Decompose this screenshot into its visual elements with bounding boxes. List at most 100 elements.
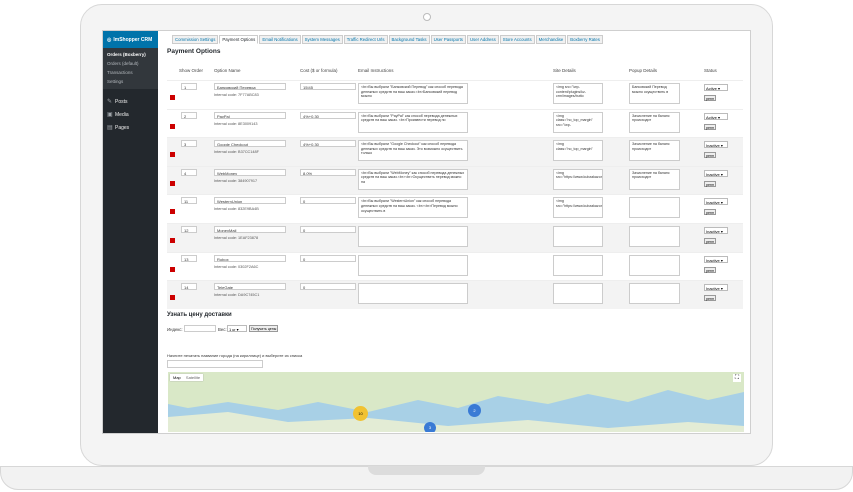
tab-store-accounts[interactable]: Store Accounts [499, 35, 535, 44]
cost-input[interactable]: 0 [300, 226, 356, 233]
map-type-satellite[interactable]: Satellite [186, 375, 200, 380]
popup-details-textarea[interactable]: Зачисление на баланс происходит [629, 111, 680, 133]
site-details-textarea[interactable]: <img src="https://www.kubzakazon.ru/wp- [553, 168, 603, 190]
sidebar-item-pages[interactable]: ▤ Pages [103, 121, 158, 134]
cost-input[interactable]: 0 [300, 283, 356, 291]
option-name-input[interactable]: PayPal [214, 111, 286, 119]
perm-button[interactable]: perm [704, 95, 717, 101]
delete-marker[interactable] [170, 180, 175, 186]
sidebar-item-settings[interactable]: Settings [103, 77, 158, 86]
sidebar-item-orders-default[interactable]: Orders (default) [103, 59, 158, 68]
delete-marker[interactable] [170, 123, 175, 129]
cost-input[interactable]: 0 [300, 197, 356, 205]
tab-traffic-redirect-urls[interactable]: Traffic Redirect Urls [343, 35, 388, 44]
cost-input[interactable]: 8.0% [300, 168, 356, 176]
site-details-textarea[interactable]: <img class="no_top_margin" src="/wp- [553, 111, 603, 133]
email-instructions-textarea[interactable]: <br>Вы выбрали "WebMoney" как способ пер… [358, 168, 468, 190]
delete-marker[interactable] [170, 238, 175, 243]
tab-user-address[interactable]: User Address [466, 35, 499, 44]
show-order-input[interactable]: 13 [181, 254, 197, 262]
popup-details-textarea[interactable] [629, 254, 680, 276]
perm-button[interactable]: perm [704, 266, 717, 273]
tab-boxberry-rates[interactable]: Boxberry Rates [567, 35, 603, 44]
option-name-input[interactable]: Банковский Перевод [214, 83, 286, 90]
option-name-input[interactable]: Google Checkout [214, 140, 286, 148]
sidebar-header[interactable]: ◎ ImShopper CRM [103, 31, 158, 48]
show-order-input[interactable]: 1 [181, 83, 197, 90]
tab-commission-settings[interactable]: Commission Settings [172, 35, 219, 44]
popup-details-textarea[interactable] [629, 197, 680, 219]
weight-select[interactable]: 1 кг ▾ [227, 325, 247, 332]
perm-button[interactable]: perm [704, 152, 717, 159]
cost-input[interactable]: 0 [300, 254, 356, 262]
sidebar-item-posts[interactable]: ✎ Posts [103, 95, 158, 108]
popup-details-textarea[interactable]: Зачисление на баланс происходит [629, 140, 680, 162]
cost-input[interactable]: 4%+0.30 [300, 111, 356, 119]
tab-payment-options[interactable]: Payment Options [219, 35, 259, 44]
status-select[interactable]: Active ▾ [704, 112, 728, 120]
status-select[interactable]: Inactive ▾ [704, 227, 728, 234]
popup-details-textarea[interactable] [629, 226, 680, 247]
popup-details-textarea[interactable]: Банковский Перевод можно осуществить в [629, 83, 680, 104]
delete-marker[interactable] [170, 152, 175, 158]
delete-marker[interactable] [170, 209, 175, 215]
perm-button[interactable]: perm [704, 209, 717, 216]
email-instructions-textarea[interactable]: <br>Вы выбрали "PayPal" как способ перев… [358, 111, 468, 133]
map-cluster-marker[interactable]: 3 [424, 422, 436, 432]
index-input[interactable] [184, 325, 216, 332]
tab-system-messages[interactable]: System Messages [301, 35, 343, 44]
delete-marker[interactable] [170, 95, 175, 100]
site-details-textarea[interactable]: <img class="no_top_margin" [553, 140, 603, 162]
option-name-input[interactable]: Robox [214, 254, 286, 262]
sidebar-item-media[interactable]: ▣ Media [103, 108, 158, 121]
tab-user-passports[interactable]: User Passports [430, 35, 466, 44]
show-order-input[interactable]: 3 [181, 140, 197, 148]
fullscreen-icon[interactable]: ⛶ [733, 374, 741, 382]
show-order-input[interactable]: 14 [181, 283, 197, 291]
status-select[interactable]: Inactive ▾ [704, 284, 728, 292]
option-name-input[interactable]: MoneyMail [214, 226, 286, 233]
sidebar-item-orders-boxberry[interactable]: Orders (Boxberry) [103, 50, 158, 59]
map[interactable]: Map Satellite ⛶ 10 2 3 [168, 372, 744, 432]
status-select[interactable]: Inactive ▾ [704, 198, 728, 206]
show-order-input[interactable]: 11 [181, 197, 197, 205]
status-select[interactable]: Inactive ▾ [704, 141, 728, 149]
site-details-textarea[interactable] [553, 226, 603, 247]
status-select[interactable]: Inactive ▾ [704, 255, 728, 263]
cost-input[interactable]: 15|45 [300, 83, 356, 90]
sidebar-item-transactions[interactable]: Transactions [103, 68, 158, 77]
email-instructions-textarea[interactable]: <br>Вы выбрали "Google Checkout" как спо… [358, 140, 468, 162]
delete-marker[interactable] [170, 295, 175, 301]
site-details-textarea[interactable]: <img src="https://www.kubzakazon.ru/wp- [553, 197, 603, 219]
email-instructions-textarea[interactable] [358, 254, 468, 276]
tab-merchandise[interactable]: Merchandise [535, 35, 567, 44]
show-order-input[interactable]: 2 [181, 111, 197, 119]
site-details-textarea[interactable]: <img src="/wp-content/plugins/kz-crm/ima… [553, 83, 603, 104]
site-details-textarea[interactable] [553, 283, 603, 305]
option-name-input[interactable]: WebMoney [214, 168, 286, 176]
cost-input[interactable]: 4%+0.30 [300, 140, 356, 148]
site-details-textarea[interactable] [553, 254, 603, 276]
tab-background-tasks[interactable]: Background Tasks [388, 35, 430, 44]
map-type-control[interactable]: Map Satellite [170, 374, 204, 381]
status-select[interactable]: Inactive ▾ [704, 169, 728, 177]
popup-details-textarea[interactable]: Зачисление на баланс происходит [629, 168, 680, 190]
option-name-input[interactable]: TeleGate [214, 283, 286, 291]
map-cluster-marker[interactable]: 10 [353, 406, 368, 421]
map-cluster-marker[interactable]: 2 [468, 404, 481, 417]
delete-marker[interactable] [170, 266, 175, 272]
email-instructions-textarea[interactable]: <br>Вы выбрали "WesternUnion" как способ… [358, 197, 468, 219]
city-input[interactable] [167, 360, 263, 368]
perm-button[interactable]: perm [704, 295, 717, 302]
show-order-input[interactable]: 4 [181, 168, 197, 176]
map-type-map[interactable]: Map [173, 375, 181, 380]
perm-button[interactable]: perm [704, 180, 717, 187]
show-order-input[interactable]: 12 [181, 226, 197, 233]
email-instructions-textarea[interactable] [358, 283, 468, 305]
perm-button[interactable]: perm [704, 123, 717, 130]
perm-button[interactable]: perm [704, 238, 717, 244]
status-select[interactable]: Active ▾ [704, 84, 728, 91]
option-name-input[interactable]: WesternUnion [214, 197, 286, 205]
get-price-button[interactable]: Получить цены [249, 325, 279, 332]
tab-email-notifications[interactable]: Email Notifications [259, 35, 301, 44]
